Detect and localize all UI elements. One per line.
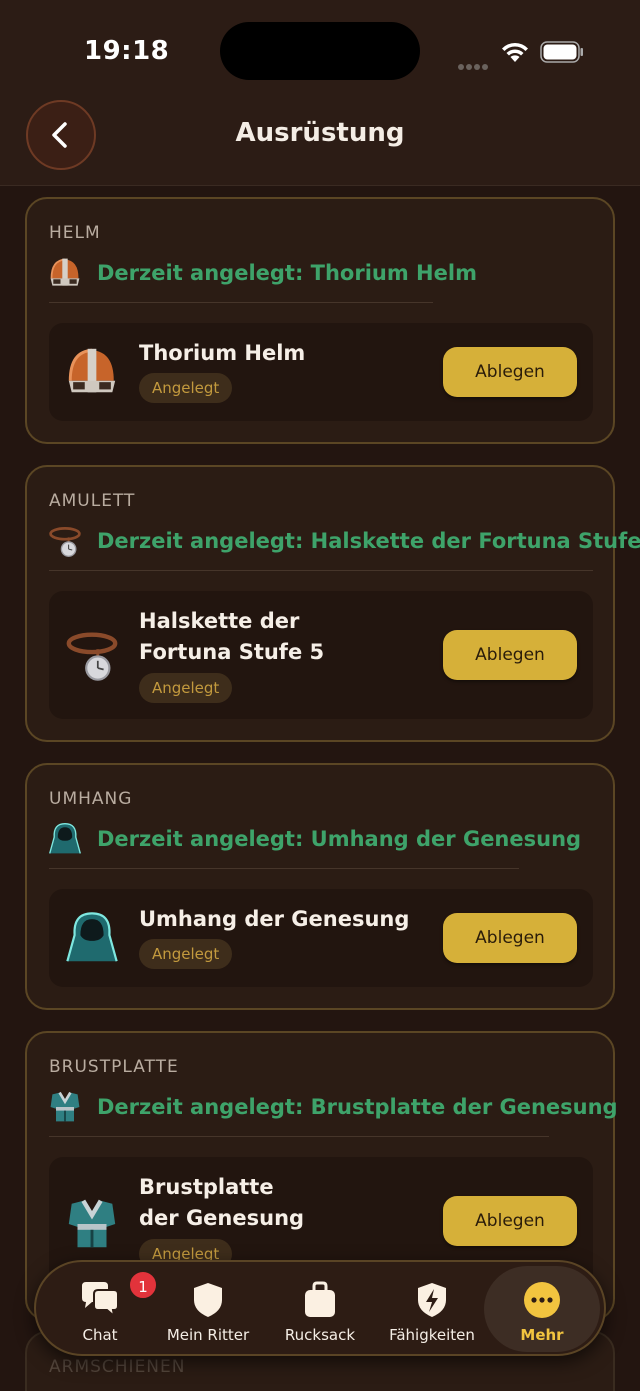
- tab-rucksack[interactable]: Rucksack: [264, 1266, 376, 1352]
- tab-faehigkeiten[interactable]: Fähigkeiten: [376, 1266, 488, 1352]
- item-name: Thorium Helm: [139, 341, 306, 365]
- more-icon: [524, 1282, 560, 1318]
- cloak-icon: [49, 823, 81, 854]
- helmet-icon: [68, 348, 116, 393]
- slot-label: BRUSTPLATTE: [49, 1057, 179, 1077]
- amulet-icon: [66, 632, 118, 681]
- item-row: Halskette der Fortuna Stufe 5 Angelegt A…: [49, 591, 593, 719]
- item-name: Brustplatte der Genesung: [139, 1175, 305, 1230]
- equipped-text: Derzeit angelegt: Brustplatte der Genesu…: [97, 1095, 618, 1119]
- breastplate-icon: [50, 1091, 80, 1122]
- backpack-icon: [305, 1281, 335, 1317]
- equipped-text: Derzeit angelegt: Thorium Helm: [97, 261, 477, 285]
- equipped-text: Derzeit angelegt: Umhang der Genesung: [97, 827, 582, 851]
- cloak-icon: [66, 912, 118, 962]
- status-badge: Angelegt: [139, 939, 233, 969]
- item-row: Umhang der Genesung Angelegt Ablegen: [49, 889, 593, 987]
- tab-label: Chat: [82, 1326, 118, 1344]
- tab-label: Mein Ritter: [166, 1326, 250, 1344]
- status-time: 19:18: [84, 36, 170, 66]
- unequip-button[interactable]: Ablegen: [443, 913, 577, 963]
- tab-chat[interactable]: 1 Chat: [44, 1266, 158, 1352]
- tab-mehr[interactable]: Mehr: [484, 1266, 600, 1352]
- unequip-button[interactable]: Ablegen: [443, 630, 577, 680]
- divider: [49, 1136, 549, 1137]
- dynamic-island: [220, 22, 420, 80]
- equipment-card-helm: HELM Derzeit angelegt: Thorium Helm Thor…: [25, 197, 615, 444]
- unequip-button[interactable]: Ablegen: [443, 347, 577, 397]
- battery-icon: [540, 41, 583, 63]
- slot-label: ARMSCHIENEN: [49, 1357, 186, 1377]
- equipped-text: Derzeit angelegt: Halskette der Fortuna …: [97, 529, 640, 553]
- equipped-status: Derzeit angelegt: Umhang der Genesung: [47, 821, 581, 857]
- item-name: Halskette der Fortuna Stufe 5: [139, 609, 325, 664]
- equipped-status: Derzeit angelegt: Thorium Helm: [47, 255, 477, 291]
- signal-icon: [458, 55, 490, 74]
- tab-label: Rucksack: [284, 1326, 356, 1344]
- tab-label: Mehr: [520, 1326, 564, 1344]
- shield-icon: [194, 1283, 222, 1317]
- breastplate-icon: [68, 1199, 116, 1248]
- amulet-icon: [49, 527, 81, 557]
- slot-label: AMULETT: [49, 491, 136, 511]
- divider: [49, 868, 519, 869]
- equipped-status: Derzeit angelegt: Halskette der Fortuna …: [47, 523, 640, 559]
- status-bar: 19:18: [0, 0, 640, 100]
- tab-mein-ritter[interactable]: Mein Ritter: [152, 1266, 264, 1352]
- header: 19:18 Ausrüstung: [0, 0, 640, 186]
- helmet-icon: [50, 258, 80, 286]
- slot-label: HELM: [49, 223, 101, 243]
- equipment-card-cloak: UMHANG Derzeit angelegt: Umhang der Gene…: [25, 763, 615, 1010]
- chat-icon: [82, 1282, 119, 1319]
- item-name: Umhang der Genesung: [139, 907, 410, 931]
- tab-label: Fähigkeiten: [389, 1326, 475, 1344]
- status-badge: Angelegt: [139, 673, 233, 703]
- divider: [49, 570, 593, 571]
- equipment-list[interactable]: HELM Derzeit angelegt: Thorium Helm Thor…: [0, 186, 640, 1391]
- wifi-icon: [502, 42, 528, 62]
- slot-label: UMHANG: [49, 789, 133, 809]
- status-badge: Angelegt: [139, 373, 233, 403]
- equipped-status: Derzeit angelegt: Brustplatte der Genesu…: [47, 1089, 618, 1125]
- equipment-card-amulet: AMULETT Derzeit angelegt: Halskette der …: [25, 465, 640, 742]
- unequip-button[interactable]: Ablegen: [443, 1196, 577, 1246]
- divider: [49, 302, 433, 303]
- page-title: Ausrüstung: [235, 118, 405, 148]
- item-row: Thorium Helm Angelegt Ablegen: [49, 323, 593, 421]
- tab-bar: 1 Chat Mein Ritter Rucksack Fähigkeiten …: [34, 1260, 606, 1356]
- lightning-shield-icon: [418, 1283, 446, 1317]
